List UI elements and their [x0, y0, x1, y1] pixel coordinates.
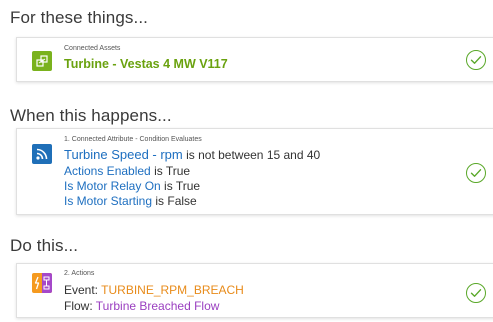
condition-predicate: is False — [155, 194, 197, 208]
condition-predicate: is True — [154, 164, 191, 178]
actions-label: 2. Actions — [64, 270, 95, 277]
asset-name[interactable]: Turbine - Vestas 4 MW V117 — [64, 57, 228, 71]
condition-predicate: is True — [164, 179, 201, 193]
condition-attribute[interactable]: Turbine Speed - rpm — [64, 147, 183, 162]
actions-card[interactable]: 2. Actions Event: TURBINE_RPM_BREACH Flo… — [16, 263, 493, 318]
condition-predicate: is not between 15 and 40 — [186, 148, 321, 162]
check-circle-icon — [466, 50, 486, 70]
flow-row: Flow: Turbine Breached Flow — [64, 299, 219, 313]
section-title-do-this: Do this... — [10, 236, 79, 255]
check-circle-icon — [466, 283, 486, 303]
condition-row: Turbine Speed - rpm is not between 15 an… — [64, 147, 320, 162]
connected-assets-label: Connected Assets — [64, 45, 121, 52]
connected-assets-card[interactable]: Connected Assets Turbine - Vestas 4 MW V… — [16, 37, 493, 82]
event-flow-icon — [32, 273, 52, 293]
condition-attribute[interactable]: Actions Enabled — [64, 164, 151, 178]
event-value[interactable]: TURBINE_RPM_BREACH — [101, 283, 244, 297]
condition-attribute[interactable]: Is Motor Starting — [64, 194, 152, 208]
flow-label: Flow: — [64, 299, 93, 313]
condition-row: Is Motor Relay On is True — [64, 179, 200, 193]
section-title-when-this-happens: When this happens... — [10, 106, 172, 125]
event-row: Event: TURBINE_RPM_BREACH — [64, 283, 244, 297]
flow-value[interactable]: Turbine Breached Flow — [96, 299, 220, 313]
condition-row: Is Motor Starting is False — [64, 194, 197, 208]
section-title-for-these-things: For these things... — [10, 8, 148, 27]
rss-feed-icon — [32, 144, 52, 164]
condition-attribute[interactable]: Is Motor Relay On — [64, 179, 161, 193]
condition-row: Actions Enabled is True — [64, 164, 190, 178]
workflow-summary: For these things... Connected Assets Tur… — [0, 0, 493, 322]
asset-icon — [32, 51, 52, 71]
check-circle-icon — [466, 163, 486, 183]
condition-card[interactable]: 1. Connected Attribute - Condition Evalu… — [16, 128, 493, 215]
condition-type-label: 1. Connected Attribute - Condition Evalu… — [64, 136, 202, 143]
event-label: Event: — [64, 283, 99, 297]
